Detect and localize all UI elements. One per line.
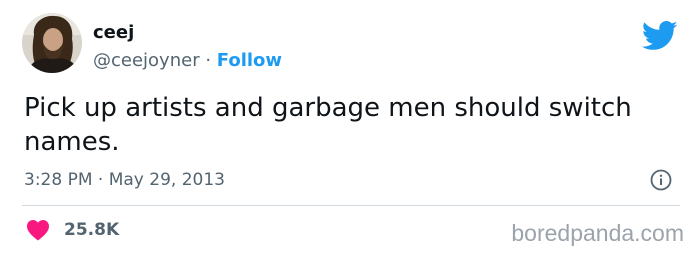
user-handle[interactable]: @ceejoyner bbox=[93, 50, 200, 71]
follow-button[interactable]: Follow bbox=[217, 50, 282, 71]
handle-row: @ceejoyner · Follow bbox=[93, 50, 282, 72]
heart-icon bbox=[26, 219, 50, 241]
like-button[interactable]: 25.8K bbox=[26, 219, 119, 241]
separator: · bbox=[199, 50, 217, 71]
info-icon[interactable] bbox=[650, 169, 672, 191]
divider bbox=[22, 205, 680, 206]
tweet-text: Pick up artists and garbage men should s… bbox=[24, 93, 632, 157]
tweet-card: ceej @ceejoyner · Follow Pick up artists… bbox=[0, 0, 700, 257]
avatar[interactable] bbox=[22, 13, 82, 73]
twitter-bird-icon[interactable] bbox=[641, 21, 678, 51]
display-name[interactable]: ceej bbox=[93, 22, 134, 44]
tweet-timestamp[interactable]: 3:28 PM · May 29, 2013 bbox=[24, 169, 225, 191]
watermark: boredpanda.com bbox=[511, 220, 684, 246]
like-count: 25.8K bbox=[64, 220, 120, 240]
